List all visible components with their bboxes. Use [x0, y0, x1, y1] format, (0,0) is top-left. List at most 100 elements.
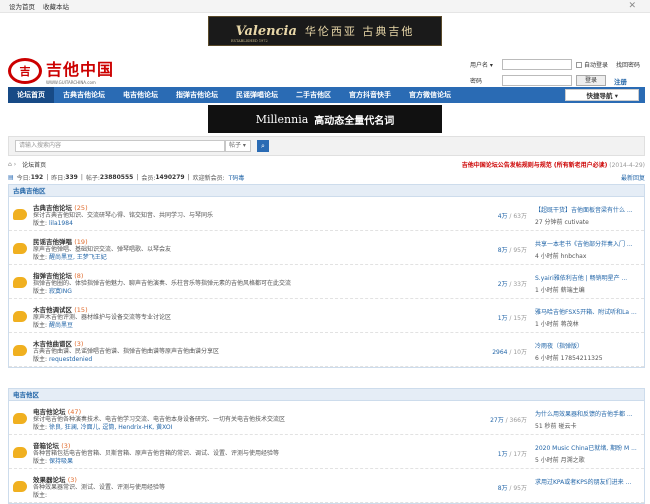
breadcrumb-current[interactable]: 论坛首页 — [22, 160, 46, 169]
stats-icon: ▤ — [8, 173, 14, 181]
home-icon[interactable]: ⌂ › — [8, 161, 16, 168]
forum-row: 木吉他曲谱区 (3) 古典吉他曲谱、民谣弹唱吉他谱、指弹吉他曲谱等原声吉他曲谱分享… — [9, 333, 644, 367]
search-icon[interactable]: ⌕ — [257, 140, 269, 152]
nav-electric[interactable]: 电吉他论坛 — [114, 87, 167, 103]
forum-row: 电吉他论坛 (47) 探讨电吉他各种演奏技术、电吉他学习交流、电吉他本身设备研究、… — [9, 401, 644, 435]
last-post-title[interactable]: 为什么用效果器和反馈的吉他手都 ... — [535, 409, 641, 418]
forum-bubble-icon — [13, 413, 27, 424]
quick-nav-button[interactable]: 快捷导航 ▾ — [565, 89, 639, 101]
moderator-label: 版主: — [33, 492, 48, 499]
nav-fingerstyle[interactable]: 指弹吉他论坛 — [167, 87, 227, 103]
section-classical: 古典吉他区 古典吉他论坛 (25) 探讨古典吉他知识、交流研琴心得、铭交知音、共同… — [8, 184, 645, 368]
last-post-meta: 51 秒前 碰云卡 — [535, 423, 577, 430]
last-post-meta: 6 小时前 17854211325 — [535, 355, 603, 362]
forum-row: 指弹吉他论坛 (8) 指弹吉他圈的、体验指弹吉他魅力、聊声吉他演奏、乐柱音乐等指弹… — [9, 265, 644, 299]
last-post-title[interactable]: 2020 Music China已就绪, 期盼 M ... — [535, 443, 641, 452]
forum-bubble-icon — [13, 277, 27, 288]
forum-row: 民谣吉他弹唱 (19) 原声吉他弹唱、基础知识交流、弹琴唱歌、以琴会友 版主: 醒尚… — [9, 231, 644, 265]
login-button[interactable]: 登录 — [576, 75, 606, 86]
moderator-label: 版主: — [33, 254, 49, 261]
forum-bubble-icon — [13, 481, 27, 492]
bookmark-link[interactable]: 收藏本站 — [43, 1, 69, 11]
new-member-link[interactable]: T码毒 — [229, 173, 245, 182]
moderator-links[interactable]: lila1984 — [49, 220, 73, 227]
millennia-banner[interactable]: Millennia 高动态全量代名词 — [208, 105, 442, 133]
nav-secondhand[interactable]: 二手吉他区 — [287, 87, 340, 103]
members-label: 会员: — [141, 174, 156, 182]
last-post-meta: 27 分钟前 cutivate — [535, 219, 589, 226]
valencia-banner[interactable]: Valencia 华伦西亚 古典吉他 ESTABLISHED 1972 — [208, 16, 442, 46]
last-post-title[interactable]: 冷雨夜（指弹版） — [535, 341, 641, 350]
close-icon[interactable]: ✕ — [628, 1, 636, 11]
moderator-links[interactable]: 醒尚黑豆 — [49, 322, 73, 329]
announcement-text: 吉他中国论坛公告发帖规则与规范 (所有新老用户必读) — [461, 161, 608, 169]
thread-count: 2万 — [497, 281, 508, 288]
forum-bubble-icon — [13, 243, 27, 254]
last-post-title[interactable]: S.yairi雅依利吉他 | 畅销明星产 ... — [535, 273, 641, 282]
forum-stats: ▤ 今日: 192 | 昨日: 339 | 帖子: 23880555 | 会员: 14… — [8, 173, 645, 182]
nav-wechat[interactable]: 官方微信论坛 — [400, 87, 460, 103]
moderator-links[interactable]: 醒尚黑豆, 王梦飞王妃 — [49, 254, 107, 261]
post-count: / 63万 — [507, 213, 527, 220]
nav-home[interactable]: 论坛首页 — [8, 87, 54, 103]
login-form: 用户名 ▾ 自动登录 找回密码 密码 登录 注册 — [470, 57, 646, 89]
search-input[interactable]: 请输入搜索内容 — [15, 140, 225, 152]
password-label: 密码 — [470, 78, 483, 85]
username-type-select[interactable]: 用户名 ▾ — [470, 60, 502, 69]
today-count: 192 — [30, 173, 44, 181]
banner-brand: Valencia — [235, 23, 297, 39]
post-count: / 17万 — [507, 451, 527, 458]
banner2-brand: Millennia — [255, 112, 309, 126]
post-count: / 95万 — [507, 247, 527, 254]
moderator-links[interactable]: requestdenied — [49, 356, 92, 363]
site-logo[interactable]: 吉 吉他中国 WWW.GUITARCHINA.com — [8, 56, 114, 85]
nav-folk[interactable]: 民谣弹唱论坛 — [227, 87, 287, 103]
last-post-meta: 4 小时前 hnbchax — [535, 253, 587, 260]
announcement-link[interactable]: 吉他中国论坛公告发帖规则与规范 (所有新老用户必读) (2014-4-29) — [462, 160, 645, 169]
search-type-select[interactable]: 帖子 ▾ — [225, 140, 251, 152]
members-count: 1490279 — [155, 173, 185, 181]
site-url: WWW.GUITARCHINA.com — [46, 80, 96, 85]
last-post-title[interactable]: 【超既干货】吉他面板音梁有什么 ... — [535, 205, 641, 214]
post-count: / 366万 — [503, 417, 527, 424]
section-header[interactable]: 电吉他区 — [9, 389, 644, 401]
moderator-links[interactable]: 保持吸果 — [49, 458, 73, 465]
main-nav: 论坛首页 古典吉他论坛 电吉他论坛 指弹吉他论坛 民谣弹唱论坛 二手吉他区 官方… — [8, 87, 645, 103]
post-count: / 95万 — [507, 485, 527, 492]
register-link[interactable]: 注册 — [614, 76, 627, 86]
guitar-logo-icon: 吉 — [8, 57, 42, 84]
nav-douyin[interactable]: 官方抖音快手 — [340, 87, 400, 103]
today-label: 今日: — [16, 174, 31, 182]
new-member-label: 欢迎新会员: — [192, 174, 225, 182]
last-post-meta: 1 小时前 薪端主编 — [535, 287, 585, 294]
checkbox-icon — [576, 61, 582, 68]
forum-row: 效果器论坛 (3) 各种效果器常识、测试、设置、评测与使用经验等 版主: 8万 / … — [9, 469, 644, 503]
thread-count: 4万 — [497, 213, 508, 220]
search-bar: 请输入搜索内容 帖子 ▾ ⌕ — [8, 136, 645, 156]
moderator-label: 版主: — [33, 288, 49, 295]
last-post-meta: 5 小时前 月溯之歌 — [535, 457, 585, 464]
username-input[interactable] — [502, 59, 572, 70]
latest-replies-link[interactable]: 最新回复 — [621, 173, 645, 182]
forum-bubble-icon — [13, 311, 27, 322]
last-post-title[interactable]: 共享一本老书《吉他部分拌奏入门 ... — [535, 239, 641, 248]
forum-bubble-icon — [13, 209, 27, 220]
moderator-label: 版主: — [33, 356, 49, 363]
password-input[interactable] — [502, 75, 572, 86]
yesterday-count: 339 — [65, 173, 78, 181]
last-post-title[interactable]: 雅马哈吉他FSX5开箱、附试听和La ... — [535, 307, 641, 316]
set-homepage-link[interactable]: 设为首页 — [9, 1, 35, 11]
moderator-links[interactable]: 寂寞ING — [49, 288, 72, 295]
forum-bubble-icon — [13, 345, 27, 356]
forum-row: 古典吉他论坛 (25) 探讨古典吉他知识、交流研琴心得、铭交知音、共同学习、与琴同… — [9, 197, 644, 231]
section-header[interactable]: 古典吉他区 — [9, 185, 644, 197]
moderator-links[interactable]: 徐良, 狂澜, 冷面儿, 逗筒, Hendrix-HK, 黄XOI — [49, 424, 172, 431]
post-count: / 33万 — [507, 281, 527, 288]
nav-classical[interactable]: 古典吉他论坛 — [54, 87, 114, 103]
last-post-title[interactable]: 求用过KPA或者KPS的朋友们进来 ... — [535, 477, 641, 486]
forgot-password-link[interactable]: 找回密码 — [616, 60, 640, 69]
auto-login-checkbox[interactable]: 自动登录 — [576, 60, 608, 69]
posts-label: 帖子: — [85, 174, 100, 182]
post-count: / 15万 — [507, 315, 527, 322]
post-count: / 10万 — [507, 349, 527, 356]
